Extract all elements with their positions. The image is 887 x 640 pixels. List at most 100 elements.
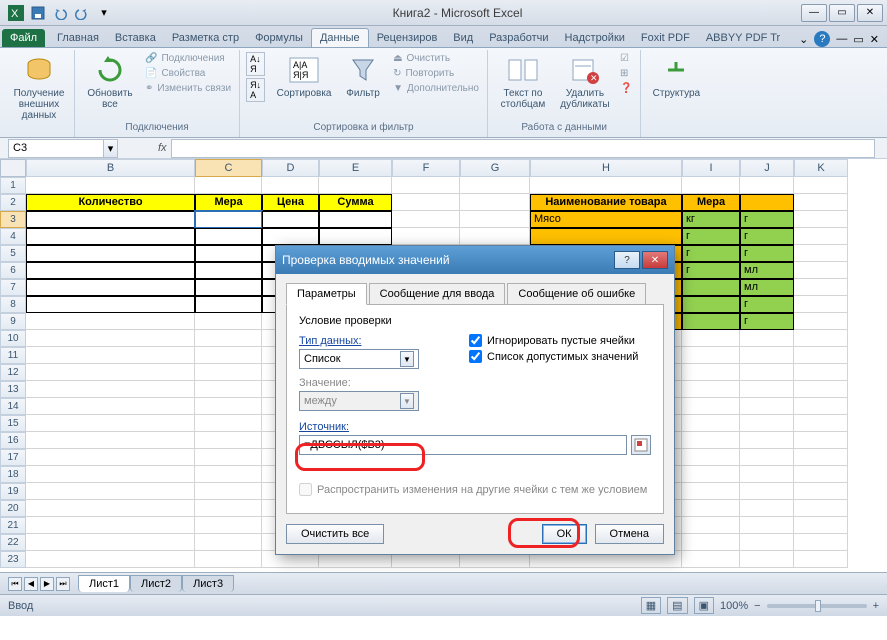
row-header-7[interactable]: 7 <box>0 279 26 296</box>
cell-B13[interactable] <box>26 381 195 398</box>
col-header-H[interactable]: H <box>530 159 682 177</box>
cell-B1[interactable] <box>26 177 195 194</box>
cell-B5[interactable] <box>26 245 195 262</box>
fx-label[interactable]: fx <box>158 142 167 154</box>
col-header-I[interactable]: I <box>682 159 740 177</box>
cell-D3[interactable] <box>262 211 319 228</box>
cell-K13[interactable] <box>794 381 848 398</box>
undo-icon[interactable] <box>50 3 70 23</box>
cell-B11[interactable] <box>26 347 195 364</box>
cell-D2[interactable]: Цена <box>262 194 319 211</box>
cell-F1[interactable] <box>392 177 460 194</box>
dialog-tab-params[interactable]: Параметры <box>286 283 367 305</box>
sheet-tab-3[interactable]: Лист3 <box>182 575 234 592</box>
cell-C1[interactable] <box>195 177 262 194</box>
sheet-nav-prev[interactable]: ◀ <box>24 577 38 591</box>
row-header-3[interactable]: 3 <box>0 211 26 228</box>
in-cell-dropdown-checkbox[interactable]: Список допустимых значений <box>469 350 638 363</box>
dialog-close-button[interactable]: ✕ <box>642 251 668 269</box>
row-header-12[interactable]: 12 <box>0 364 26 381</box>
col-header-D[interactable]: D <box>262 159 319 177</box>
cell-K2[interactable] <box>794 194 848 211</box>
cell-C13[interactable] <box>195 381 262 398</box>
sheet-tab-2[interactable]: Лист2 <box>130 575 182 592</box>
sort-button[interactable]: A|AЯ|Я Сортировка <box>273 52 335 101</box>
view-pagebreak-icon[interactable]: ▣ <box>694 597 714 614</box>
row-header-22[interactable]: 22 <box>0 534 26 551</box>
sort-az-icon[interactable]: A↓Я <box>246 52 265 76</box>
cell-J23[interactable] <box>740 551 794 568</box>
zoom-value[interactable]: 100% <box>720 600 748 612</box>
col-header-F[interactable]: F <box>392 159 460 177</box>
cell-I22[interactable] <box>682 534 740 551</box>
cell-K18[interactable] <box>794 466 848 483</box>
advanced-filter-button[interactable]: ▼Дополнительно <box>391 82 481 95</box>
cell-B12[interactable] <box>26 364 195 381</box>
cell-I13[interactable] <box>682 381 740 398</box>
tab-developer[interactable]: Разработчи <box>481 29 556 47</box>
cell-J21[interactable] <box>740 517 794 534</box>
cell-B20[interactable] <box>26 500 195 517</box>
cell-J8[interactable]: г <box>740 296 794 313</box>
ribbon-minimize-icon[interactable]: ⌄ <box>799 33 808 46</box>
clear-all-button[interactable]: Очистить все <box>286 524 384 544</box>
sheet-tab-1[interactable]: Лист1 <box>78 575 130 592</box>
row-header-15[interactable]: 15 <box>0 415 26 432</box>
row-header-8[interactable]: 8 <box>0 296 26 313</box>
row-header-18[interactable]: 18 <box>0 466 26 483</box>
cell-K9[interactable] <box>794 313 848 330</box>
tab-formulas[interactable]: Формулы <box>247 29 311 47</box>
save-icon[interactable] <box>28 3 48 23</box>
cell-B4[interactable] <box>26 228 195 245</box>
cell-G1[interactable] <box>460 177 530 194</box>
type-dropdown[interactable]: Список▼ <box>299 349 419 369</box>
cell-E4[interactable] <box>319 228 392 245</box>
cell-B14[interactable] <box>26 398 195 415</box>
cell-C6[interactable] <box>195 262 262 279</box>
cell-J4[interactable]: г <box>740 228 794 245</box>
cell-K10[interactable] <box>794 330 848 347</box>
cell-J1[interactable] <box>740 177 794 194</box>
qat-more-icon[interactable]: ▾ <box>94 3 114 23</box>
cell-I23[interactable] <box>682 551 740 568</box>
cell-B7[interactable] <box>26 279 195 296</box>
cell-C8[interactable] <box>195 296 262 313</box>
cell-G3[interactable] <box>460 211 530 228</box>
cell-E2[interactable]: Сумма <box>319 194 392 211</box>
sheet-nav-next[interactable]: ▶ <box>40 577 54 591</box>
cell-C3[interactable] <box>195 211 262 228</box>
cell-B3[interactable] <box>26 211 195 228</box>
cancel-button[interactable]: Отмена <box>595 524 664 544</box>
row-header-23[interactable]: 23 <box>0 551 26 568</box>
cell-K21[interactable] <box>794 517 848 534</box>
refresh-all-button[interactable]: Обновить все <box>81 52 139 112</box>
minimize-button[interactable]: — <box>801 4 827 22</box>
ignore-blank-checkbox[interactable]: Игнорировать пустые ячейки <box>469 334 638 347</box>
cell-J20[interactable] <box>740 500 794 517</box>
cell-E3[interactable] <box>319 211 392 228</box>
cell-J17[interactable] <box>740 449 794 466</box>
cell-B6[interactable] <box>26 262 195 279</box>
select-all-corner[interactable] <box>0 159 26 177</box>
cell-B22[interactable] <box>26 534 195 551</box>
cell-I4[interactable]: г <box>682 228 740 245</box>
cell-C15[interactable] <box>195 415 262 432</box>
row-header-19[interactable]: 19 <box>0 483 26 500</box>
cell-C22[interactable] <box>195 534 262 551</box>
tab-home[interactable]: Главная <box>49 29 107 47</box>
cell-I8[interactable] <box>682 296 740 313</box>
tab-insert[interactable]: Вставка <box>107 29 164 47</box>
tab-review[interactable]: Рецензиров <box>369 29 446 47</box>
cell-B8[interactable] <box>26 296 195 313</box>
cell-B18[interactable] <box>26 466 195 483</box>
cell-E1[interactable] <box>319 177 392 194</box>
cell-G4[interactable] <box>460 228 530 245</box>
cell-J18[interactable] <box>740 466 794 483</box>
tab-layout[interactable]: Разметка стр <box>164 29 247 47</box>
cell-K15[interactable] <box>794 415 848 432</box>
view-layout-icon[interactable]: ▤ <box>667 597 687 614</box>
row-header-20[interactable]: 20 <box>0 500 26 517</box>
name-box-dropdown[interactable]: ▾ <box>104 139 118 158</box>
cell-C19[interactable] <box>195 483 262 500</box>
row-header-6[interactable]: 6 <box>0 262 26 279</box>
